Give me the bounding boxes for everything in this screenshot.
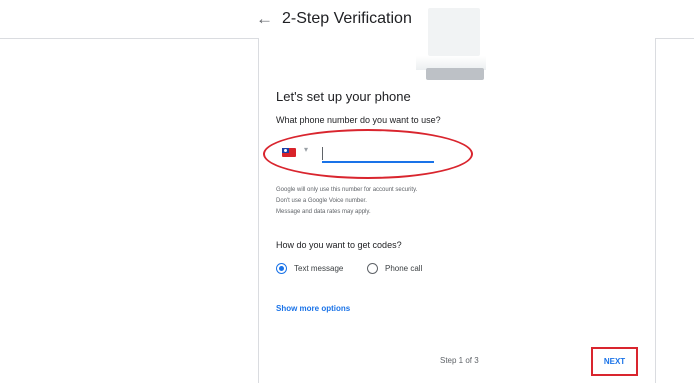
phone-input-row: ▾ [282, 145, 442, 163]
radio-phone-call[interactable] [367, 263, 378, 274]
back-arrow-icon[interactable]: ← [256, 9, 273, 29]
country-dropdown-icon[interactable]: ▾ [304, 145, 308, 154]
help-text: Google will only use this number for acc… [276, 185, 417, 218]
section-heading: Let's set up your phone [276, 89, 411, 104]
step-indicator: Step 1 of 3 [440, 356, 479, 365]
radio-label-text-message: Text message [294, 264, 344, 273]
text-cursor [322, 147, 323, 160]
phone-illustration [416, 8, 486, 80]
country-flag-icon[interactable] [282, 148, 296, 157]
help-line-2: Don't use a Google Voice number. [276, 198, 367, 204]
illustration-base [426, 68, 484, 80]
next-button[interactable]: NEXT [591, 347, 638, 376]
page-title: 2-Step Verification [282, 10, 412, 27]
radio-dot [279, 266, 284, 271]
radio-text-message[interactable] [276, 263, 287, 274]
help-line-1: Google will only use this number for acc… [276, 187, 418, 193]
top-bar: ← 2-Step Verification [0, 0, 694, 39]
phone-question: What phone number do you want to use? [276, 115, 441, 125]
flag-sun [284, 149, 287, 152]
illustration-screen [428, 8, 480, 56]
help-line-3: Message and data rates may apply. [276, 209, 371, 215]
codes-question: How do you want to get codes? [276, 240, 402, 250]
radio-label-phone-call: Phone call [385, 264, 423, 273]
phone-number-input[interactable] [322, 145, 434, 163]
show-more-options-link[interactable]: Show more options [276, 304, 350, 313]
